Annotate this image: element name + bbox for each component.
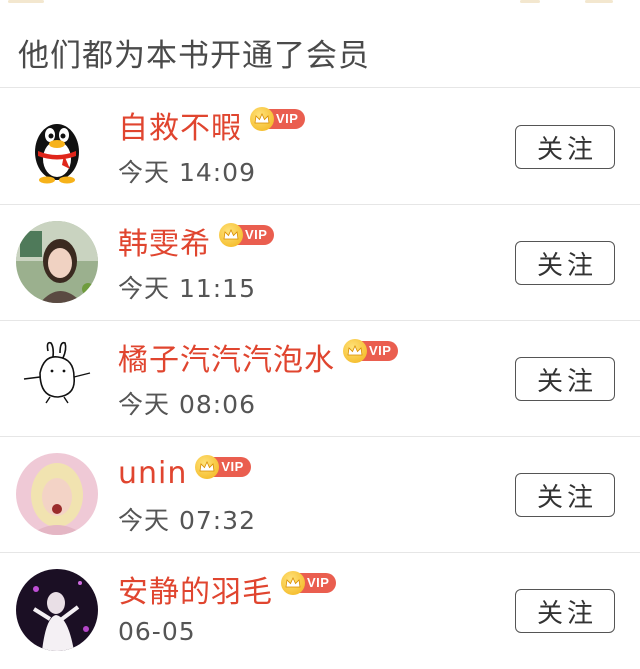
join-time: 06-05 (118, 617, 196, 646)
member-name[interactable]: 橘子汽汽汽泡水 (118, 335, 335, 379)
member-row[interactable]: unin VIP 今天 07:32 关注 (0, 437, 640, 553)
decor-dash (520, 0, 540, 3)
rabbit-sketch-avatar[interactable] (16, 337, 98, 419)
section-header: 他们都为本书开通了会员 (0, 6, 640, 88)
crown-icon (343, 339, 367, 363)
join-time: 今天 07:32 (118, 506, 256, 535)
vip-badge: VIP (250, 107, 306, 131)
crown-icon (281, 571, 305, 595)
member-name[interactable]: unin (118, 456, 187, 491)
crown-icon (250, 107, 274, 131)
member-name[interactable]: 安静的羽毛 (118, 567, 273, 611)
join-time: 今天 11:15 (118, 274, 256, 303)
member-row[interactable]: 韩雯希 VIP 今天 11:15 关注 (0, 205, 640, 321)
member-row[interactable]: 自救不暇 VIP 今天 14:09 关注 (0, 89, 640, 205)
follow-button[interactable]: 关注 (515, 125, 615, 169)
qq-penguin-avatar[interactable] (16, 105, 98, 187)
crown-icon (219, 223, 243, 247)
photo-avatar[interactable] (16, 569, 98, 651)
photo-avatar[interactable] (16, 453, 98, 535)
member-row[interactable]: 安静的羽毛 VIP 06-05 关注 (0, 553, 640, 669)
member-name[interactable]: 韩雯希 (118, 219, 211, 263)
follow-button[interactable]: 关注 (515, 589, 615, 633)
follow-button[interactable]: 关注 (515, 357, 615, 401)
vip-badge: VIP (343, 339, 399, 363)
decor-dash (8, 0, 44, 3)
vip-badge: VIP (281, 571, 337, 595)
section-title: 他们都为本书开通了会员 (18, 38, 370, 74)
decor-dash (585, 0, 613, 3)
join-time: 今天 14:09 (118, 158, 256, 187)
join-time: 今天 08:06 (118, 390, 256, 419)
follow-button[interactable]: 关注 (515, 241, 615, 285)
vip-badge: VIP (219, 223, 275, 247)
photo-avatar[interactable] (16, 221, 98, 303)
member-row[interactable]: 橘子汽汽汽泡水 VIP 今天 08:06 关注 (0, 321, 640, 437)
member-name[interactable]: 自救不暇 (118, 103, 242, 147)
follow-button[interactable]: 关注 (515, 473, 615, 517)
vip-badge: VIP (195, 455, 251, 479)
